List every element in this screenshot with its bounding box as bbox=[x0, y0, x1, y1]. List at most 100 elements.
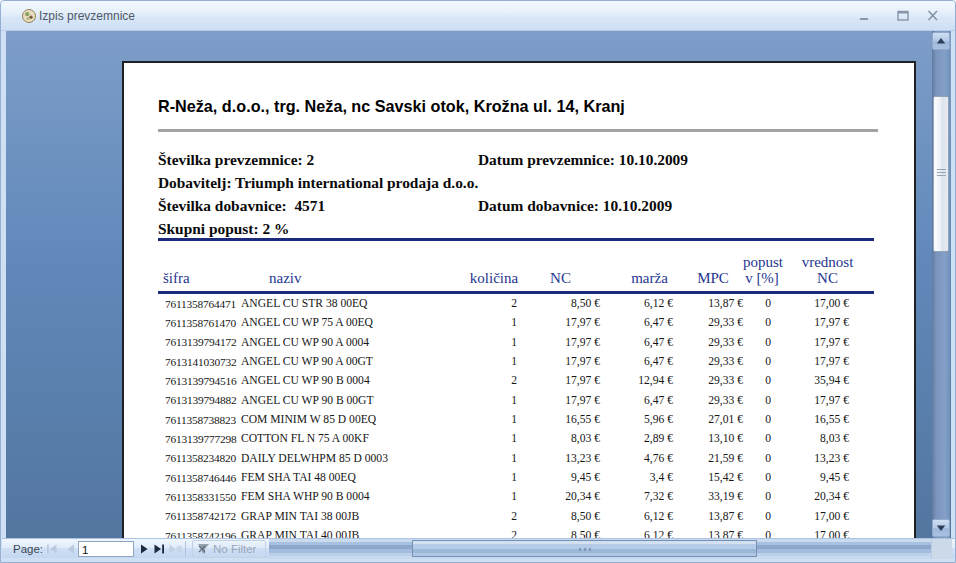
cell-vrednost-nc: 17,00 € bbox=[781, 297, 874, 310]
cell-sifra: 7611358331550 bbox=[158, 491, 238, 503]
scroll-up-button[interactable] bbox=[932, 32, 950, 50]
cell-mpc: 13,87 € bbox=[673, 297, 743, 310]
cell-sifra: 7613139794516 bbox=[158, 375, 238, 387]
cell-kolicina: 1 bbox=[457, 336, 517, 349]
cell-naziv: COTTON FL N 75 A 00KF bbox=[238, 432, 457, 445]
cell-mpc: 13,87 € bbox=[673, 510, 743, 523]
cell-marza: 6,12 € bbox=[600, 510, 673, 523]
cell-nc: 9,45 € bbox=[517, 471, 600, 484]
cell-kolicina: 1 bbox=[457, 316, 517, 329]
table-row: 7613141030732ANGEL CU WP 90 A 00GT117,97… bbox=[158, 352, 874, 371]
cell-nc: 17,97 € bbox=[517, 374, 600, 387]
cell-naziv: ANGEL CU WP 90 A 00GT bbox=[238, 355, 457, 368]
table-row: 7611358331550FEM SHA WHP 90 B 0004120,34… bbox=[158, 487, 874, 506]
title-bar[interactable]: Izpis prevzemnice bbox=[1, 1, 955, 31]
cell-sifra: 7613139777298 bbox=[158, 433, 238, 445]
table-row: 7611358742196GRAP MIN TAI 40 00JB28,50 €… bbox=[158, 526, 874, 538]
vertical-scrollbar-thumb[interactable] bbox=[933, 96, 949, 252]
page-label: Page: bbox=[13, 543, 43, 555]
scrollbar-corner bbox=[931, 539, 952, 559]
cell-nc: 17,97 € bbox=[517, 336, 600, 349]
receipt-number: Številka prevzemnice: 2 bbox=[158, 151, 314, 168]
cell-kolicina: 1 bbox=[457, 394, 517, 407]
record-navigation-bar: Page: No Filter bbox=[2, 538, 956, 558]
first-page-button[interactable] bbox=[44, 542, 60, 556]
cell-popust: 0 bbox=[743, 452, 781, 465]
cell-sifra: 7613139794882 bbox=[158, 394, 238, 406]
cell-sifra: 7613141030732 bbox=[158, 356, 238, 368]
cell-popust: 0 bbox=[743, 374, 781, 387]
cell-marza: 6,47 € bbox=[600, 316, 673, 329]
receipt-date: Datum prevzemnice: 10.10.2009 bbox=[478, 151, 688, 169]
cell-naziv: ANGEL CU WP 90 A 0004 bbox=[238, 336, 457, 349]
company-header: R-Neža, d.o.o., trg. Neža, nc Savski oto… bbox=[158, 97, 625, 116]
cell-naziv: FEM SHA TAI 48 00EQ bbox=[238, 471, 457, 484]
cell-sifra: 7611358764471 bbox=[158, 298, 238, 310]
window-izpis-prevzemnice: Izpis prevzemnice R-Neža, d.o.o., trg. N… bbox=[0, 0, 956, 563]
report-preview-area: R-Neža, d.o.o., trg. Neža, nc Savski oto… bbox=[6, 31, 951, 538]
cell-nc: 17,97 € bbox=[517, 394, 600, 407]
navbar-separator bbox=[185, 541, 186, 557]
no-filter-button[interactable]: No Filter bbox=[192, 540, 266, 558]
cell-mpc: 13,87 € bbox=[673, 529, 743, 538]
table-top-divider bbox=[158, 238, 874, 241]
cell-naziv: ANGEL CU WP 90 B 00GT bbox=[238, 394, 457, 407]
table-row: 7611358746446FEM SHA TAI 48 00EQ19,45 €3… bbox=[158, 468, 874, 487]
next-page-button[interactable] bbox=[136, 542, 152, 556]
cell-nc: 13,23 € bbox=[517, 452, 600, 465]
supplier: Dobavitelj: Triumph international prodaj… bbox=[158, 174, 478, 191]
new-record-button[interactable] bbox=[166, 542, 182, 556]
cell-nc: 17,97 € bbox=[517, 355, 600, 368]
cell-mpc: 29,33 € bbox=[673, 355, 743, 368]
cell-kolicina: 1 bbox=[457, 413, 517, 426]
maximize-button[interactable] bbox=[891, 1, 915, 31]
cell-marza: 5,96 € bbox=[600, 413, 673, 426]
cell-mpc: 29,33 € bbox=[673, 394, 743, 407]
cell-vrednost-nc: 8,03 € bbox=[781, 432, 874, 445]
cell-marza: 2,89 € bbox=[600, 432, 673, 445]
cell-vrednost-nc: 17,97 € bbox=[781, 355, 874, 368]
cell-mpc: 29,33 € bbox=[673, 336, 743, 349]
column-header-mpc: MPC bbox=[678, 270, 748, 286]
cell-kolicina: 2 bbox=[457, 510, 517, 523]
table-row: 7611358761470ANGEL CU WP 75 A 00EQ117,97… bbox=[158, 313, 874, 332]
column-header-popust: popustv [%] bbox=[743, 254, 781, 286]
vertical-scrollbar[interactable] bbox=[932, 31, 950, 538]
current-page-input[interactable] bbox=[78, 541, 134, 557]
cell-nc: 8,50 € bbox=[517, 297, 600, 310]
table-row: 7611358764471ANGEL CU STR 38 00EQ28,50 €… bbox=[158, 294, 874, 313]
cell-vrednost-nc: 17,97 € bbox=[781, 336, 874, 349]
cell-naziv: ANGEL CU WP 75 A 00EQ bbox=[238, 316, 457, 329]
cell-sifra: 7611358746446 bbox=[158, 472, 238, 484]
cell-nc: 8,50 € bbox=[517, 529, 600, 538]
cell-popust: 0 bbox=[743, 297, 781, 310]
column-header-nc: NC bbox=[519, 270, 602, 286]
last-page-button[interactable] bbox=[151, 542, 167, 556]
minimize-button[interactable] bbox=[853, 1, 877, 31]
cell-sifra: 7613139794172 bbox=[158, 336, 238, 348]
cell-popust: 0 bbox=[743, 355, 781, 368]
previous-page-button[interactable] bbox=[63, 542, 79, 556]
cell-popust: 0 bbox=[743, 471, 781, 484]
cell-naziv: ANGEL CU STR 38 00EQ bbox=[238, 297, 457, 310]
scroll-down-button[interactable] bbox=[932, 519, 950, 537]
header-divider bbox=[158, 129, 878, 132]
cell-popust: 0 bbox=[743, 432, 781, 445]
cell-mpc: 21,59 € bbox=[673, 452, 743, 465]
cell-popust: 0 bbox=[743, 510, 781, 523]
table-body: 7611358764471ANGEL CU STR 38 00EQ28,50 €… bbox=[158, 294, 874, 538]
cell-mpc: 33,19 € bbox=[673, 490, 743, 503]
window-title: Izpis prevzemnice bbox=[39, 9, 135, 23]
horizontal-scrollbar-thumb[interactable] bbox=[412, 540, 757, 557]
table-row: 7613139777298COTTON FL N 75 A 00KF18,03 … bbox=[158, 429, 874, 448]
cell-marza: 7,32 € bbox=[600, 490, 673, 503]
cell-popust: 0 bbox=[743, 529, 781, 538]
cell-vrednost-nc: 20,34 € bbox=[781, 490, 874, 503]
scrollbar-grip bbox=[937, 169, 946, 178]
horizontal-scrollbar[interactable] bbox=[269, 539, 931, 559]
cell-vrednost-nc: 17,97 € bbox=[781, 316, 874, 329]
cell-marza: 4,76 € bbox=[600, 452, 673, 465]
close-button[interactable] bbox=[921, 1, 945, 31]
cell-marza: 6,47 € bbox=[600, 394, 673, 407]
cell-naziv: FEM SHA WHP 90 B 0004 bbox=[238, 490, 457, 503]
